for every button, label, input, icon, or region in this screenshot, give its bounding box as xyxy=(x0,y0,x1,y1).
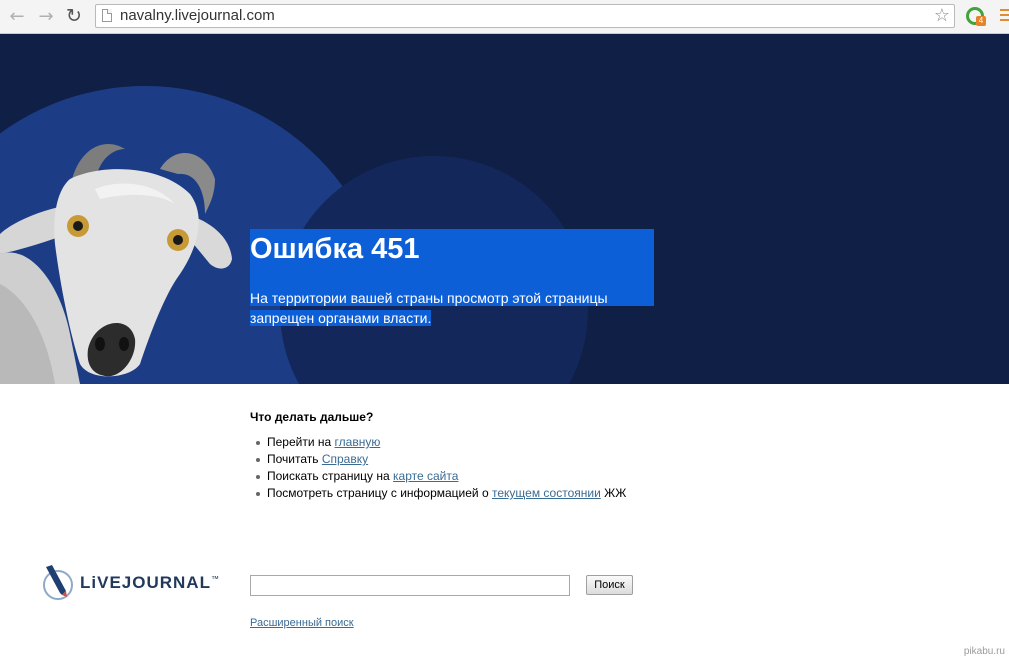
livejournal-pencil-icon xyxy=(43,565,73,600)
watermark: pikabu.ru xyxy=(963,646,1005,657)
url-text[interactable]: navalny.livejournal.com xyxy=(120,7,275,24)
list-item: Перейти на главную xyxy=(256,434,626,451)
list-item-text: Перейти на xyxy=(267,435,335,449)
sitemap-link[interactable]: карте сайта xyxy=(393,469,458,483)
forward-arrow-icon[interactable]: → xyxy=(36,6,56,27)
next-steps-list: Перейти на главную Почитать Справку Поис… xyxy=(256,434,626,502)
error-hero: Ошибка 451 На территории вашей страны пр… xyxy=(0,34,1009,384)
next-steps-heading: Что делать дальше? xyxy=(250,410,374,424)
page-icon xyxy=(102,9,112,22)
bookmark-star-icon[interactable]: ☆ xyxy=(934,5,950,26)
extension-icon[interactable]: 4 xyxy=(966,7,986,26)
search-input[interactable] xyxy=(250,575,570,596)
error-message-line-2: запрещен органами власти. xyxy=(250,310,432,326)
help-link[interactable]: Справку xyxy=(322,452,368,466)
error-message: На территории вашей страны просмотр этой… xyxy=(250,288,660,328)
search-button[interactable]: Поиск xyxy=(586,575,633,595)
browser-toolbar: ← → ↻ navalny.livejournal.com ☆ 4 xyxy=(0,0,1009,34)
status-link[interactable]: текущем состоянии xyxy=(492,486,601,500)
list-item-text: Посмотреть страницу с информацией о xyxy=(267,486,492,500)
home-link[interactable]: главную xyxy=(335,435,381,449)
address-bar[interactable]: navalny.livejournal.com ☆ xyxy=(95,4,955,28)
list-item: Поискать страницу на карте сайта xyxy=(256,468,626,485)
livejournal-logo-text: LiVEJOURNAL™ xyxy=(80,573,220,592)
advanced-search-link[interactable]: Расширенный поиск xyxy=(250,617,354,629)
goat-illustration xyxy=(0,143,232,384)
error-message-line-1: На территории вашей страны просмотр этой… xyxy=(250,290,608,306)
reload-icon[interactable]: ↻ xyxy=(64,5,84,27)
list-item: Посмотреть страницу с информацией о теку… xyxy=(256,485,626,502)
list-item-suffix: ЖЖ xyxy=(600,486,627,500)
list-item-text: Поискать страницу на xyxy=(267,469,394,483)
browser-menu-icon[interactable] xyxy=(1000,9,1009,23)
livejournal-logo[interactable]: LiVEJOURNAL™ xyxy=(40,565,219,601)
extension-badge: 4 xyxy=(976,16,986,26)
list-item: Почитать Справку xyxy=(256,451,626,468)
list-item-text: Почитать xyxy=(267,452,322,466)
back-arrow-icon[interactable]: ← xyxy=(7,6,27,27)
